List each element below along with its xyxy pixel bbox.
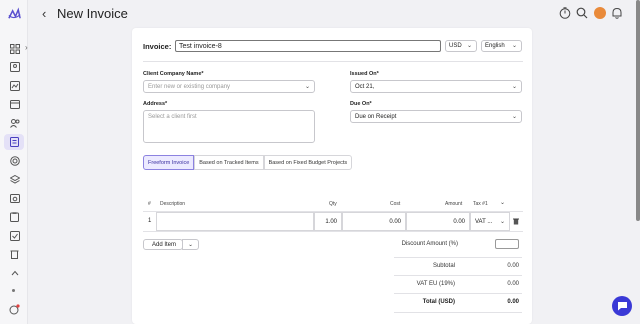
discount-label: Discount Amount (%) <box>401 241 458 247</box>
target-icon[interactable] <box>9 155 20 166</box>
tab-freeform-invoice[interactable]: Freeform Invoice <box>143 155 195 170</box>
calendar-icon[interactable] <box>9 98 20 109</box>
add-item-button[interactable]: Add Item <box>143 239 184 250</box>
clipboard-icon[interactable] <box>9 211 20 222</box>
person-card-icon[interactable] <box>9 61 20 72</box>
summary-divider <box>394 293 522 294</box>
col-header-tax: Tax #1 <box>473 201 488 207</box>
address-label: Address* <box>143 101 168 107</box>
chat-bubble-icon <box>617 302 627 311</box>
invoice-type-tabs: Freeform Invoice Based on Tracked Items … <box>143 155 353 170</box>
col-header-cost: Cost <box>390 201 401 207</box>
currency-value: USD <box>449 43 462 49</box>
delete-row-icon[interactable] <box>513 218 519 225</box>
tab-fixed-budget-projects[interactable]: Based on Fixed Budget Projects <box>263 155 353 170</box>
vat-value: 0.00 <box>507 281 519 287</box>
total-label: Total (USD) <box>422 299 455 305</box>
chevron-down-icon: ⌄ <box>511 43 517 49</box>
due-date-select[interactable]: Due on Receipt ⌄ <box>350 110 522 123</box>
issued-label: Issued On* <box>350 71 379 77</box>
approvals-icon[interactable] <box>9 230 20 241</box>
timesheet-icon[interactable] <box>9 80 20 91</box>
page-title: New Invoice <box>57 6 128 21</box>
row-tax-value: VAT ... <box>475 219 493 225</box>
top-bar: ‹ New Invoice <box>28 0 640 28</box>
client-placeholder: Enter new or existing company <box>148 84 231 90</box>
row-tax-select[interactable]: VAT ... ⌄ <box>470 212 510 231</box>
app-logo-icon[interactable] <box>7 7 22 22</box>
chevron-down-icon: ⌄ <box>188 242 193 248</box>
vat-label: VAT EU (19%) <box>416 281 455 287</box>
invoice-name-input[interactable]: Test invoice-8 <box>175 40 441 52</box>
search-icon[interactable] <box>576 7 588 19</box>
collapse-up-icon[interactable] <box>9 267 20 278</box>
client-company-input[interactable]: Enter new or existing company ⌄ <box>143 80 315 93</box>
row-description-input[interactable] <box>156 212 314 231</box>
chevron-down-icon[interactable]: ⌄ <box>500 199 505 206</box>
trash-icon[interactable] <box>9 248 20 259</box>
row-qty-input[interactable]: 1.00 <box>314 212 342 231</box>
add-item-dropdown[interactable]: ⌄ <box>182 239 199 250</box>
back-button[interactable]: ‹ <box>42 6 46 21</box>
chevron-down-icon: ⌄ <box>466 43 472 49</box>
client-label: Client Company Name* <box>143 71 204 77</box>
layers-icon[interactable] <box>9 174 20 185</box>
activity-clock-icon[interactable] <box>9 304 20 315</box>
subtotal-label: Subtotal <box>432 263 455 269</box>
sidebar-expand-icon[interactable]: › <box>25 43 28 52</box>
total-value: 0.00 <box>507 299 519 305</box>
dashboard-icon[interactable] <box>9 43 20 54</box>
address-placeholder: Select a client first <box>148 114 197 120</box>
summary-divider <box>394 257 522 258</box>
sidebar: › <box>0 0 28 324</box>
due-value: Due on Receipt <box>355 114 397 120</box>
chevron-down-icon: ⌄ <box>511 84 517 90</box>
address-textarea[interactable]: Select a client first <box>143 110 315 143</box>
schedule-icon[interactable] <box>9 192 20 203</box>
issued-value: Oct 21, <box>355 84 375 90</box>
summary-divider <box>394 275 522 276</box>
chevron-down-icon: ⌄ <box>304 84 310 90</box>
language-value: English <box>485 43 505 49</box>
col-header-amount: Amount <box>445 201 463 207</box>
language-select[interactable]: English ⌄ <box>481 40 522 52</box>
header-divider <box>143 61 523 62</box>
invoice-label: Invoice: <box>143 42 172 51</box>
invoices-icon[interactable] <box>4 134 24 150</box>
team-icon[interactable] <box>9 117 20 128</box>
issued-date-input[interactable]: Oct 21, ⌄ <box>350 80 522 93</box>
table-footer-divider <box>143 231 523 232</box>
invoice-card: Invoice: Test invoice-8 USD ⌄ English ⌄ … <box>132 28 532 324</box>
col-header-description: Description <box>160 201 186 207</box>
timer-icon[interactable] <box>559 7 571 19</box>
col-header-num: # <box>148 201 151 207</box>
chat-button[interactable] <box>612 296 632 316</box>
bell-icon[interactable] <box>611 7 623 19</box>
row-cost-input[interactable]: 0.00 <box>342 212 406 231</box>
row-number: 1 <box>148 218 152 224</box>
discount-input[interactable] <box>495 239 519 249</box>
row-amount-input[interactable]: 0.00 <box>406 212 470 231</box>
currency-select[interactable]: USD ⌄ <box>445 40 477 52</box>
col-header-qty: Qty <box>329 201 337 207</box>
summary-divider <box>394 312 522 313</box>
chevron-down-icon: ⌄ <box>511 114 517 120</box>
scrollbar[interactable] <box>636 0 640 221</box>
chevron-down-icon: ⌄ <box>499 219 505 225</box>
tab-tracked-items[interactable]: Based on Tracked Items <box>194 155 264 170</box>
sidebar-divider-dot <box>12 289 15 292</box>
avatar[interactable] <box>594 7 606 19</box>
subtotal-value: 0.00 <box>507 263 519 269</box>
due-label: Due On* <box>350 101 372 107</box>
